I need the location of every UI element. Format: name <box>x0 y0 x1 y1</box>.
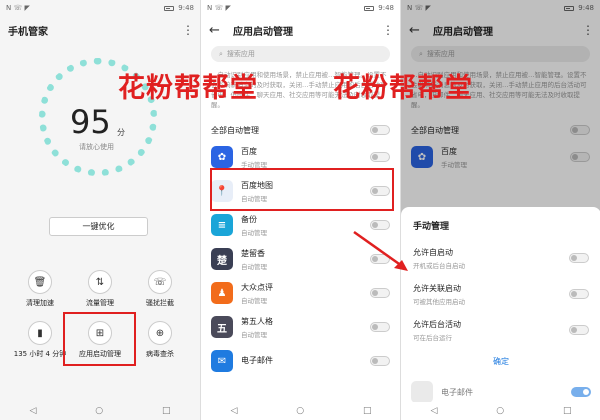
app-name: 备份 <box>241 214 257 224</box>
red-arrow-icon <box>353 230 408 271</box>
tool-label: 病毒查杀 <box>146 350 174 358</box>
manual-manage-screen: N ☏ ◤ 9:48 ← 应用启动管理 ⋮ ⌕ 搜索应用 …自动识别应用和使用场… <box>400 0 600 420</box>
score-unit: 分 <box>117 128 125 137</box>
data-transfer-icon: ⇅ <box>88 270 112 294</box>
all-auto-manage-label: 全部自动管理 <box>211 125 259 135</box>
app-toggle[interactable] <box>370 288 390 298</box>
option-label: 允许自启动 <box>413 247 453 257</box>
manual-manage-dialog: 手动管理 允许自启动 开机或后台自启动 允许关联启动 可被其他应用启动 允许后台… <box>401 207 600 420</box>
linked-launch-toggle[interactable] <box>569 289 589 299</box>
tool-clean[interactable]: 🗑 清理加速 <box>10 270 70 308</box>
more-options-icon[interactable]: ⋮ <box>382 23 394 37</box>
tool-label: 135 小时 4 分钟 <box>13 350 67 358</box>
option-desc: 开机或后台自启动 <box>413 261 465 270</box>
back-nav-icon[interactable]: ◁ <box>230 406 237 416</box>
all-auto-manage-toggle[interactable] <box>370 125 390 135</box>
app-name: 电子邮件 <box>441 387 473 397</box>
status-bar: N ☏ ◤ 9:48 <box>0 0 200 16</box>
auto-launch-toggle[interactable] <box>569 253 589 263</box>
email-icon <box>411 381 433 403</box>
more-options-icon[interactable]: ⋮ <box>182 23 194 37</box>
tool-harassment[interactable]: ☏ 骚扰拦截 <box>130 270 190 308</box>
recent-nav-icon[interactable]: □ <box>563 406 572 416</box>
system-nav-bar: ◁ ○ □ <box>401 402 600 420</box>
score-status: 请放心使用 <box>79 143 114 151</box>
app-name: 大众点评 <box>241 282 273 292</box>
phone-manager-screen: N ☏ ◤ 9:48 手机管家 ⋮ 95 分 请放心使用 一键优化 🗑 清理加速… <box>0 0 200 420</box>
app-name: 第五人格 <box>241 316 273 326</box>
app-icon: ✿ <box>211 146 233 168</box>
tool-battery[interactable]: ▮ 135 小时 4 分钟 <box>10 321 70 359</box>
signal-indicators: N ☏ ◤ <box>207 4 231 12</box>
system-nav-bar: ◁ ○ □ <box>201 402 400 420</box>
app-launch-screen: N ☏ ◤ 9:48 ← 应用启动管理 ⋮ ⌕ 搜索应用 …自动识别应用和使用场… <box>200 0 400 420</box>
home-nav-icon[interactable]: ○ <box>496 406 504 416</box>
app-row[interactable]: ♟ 大众点评自动管理 <box>201 276 400 310</box>
app-toggle[interactable] <box>370 322 390 332</box>
app-icon: ♟ <box>211 282 233 304</box>
app-header: 手机管家 ⋮ <box>0 16 200 44</box>
home-nav-icon[interactable]: ○ <box>95 406 103 416</box>
page-title: 应用启动管理 <box>233 26 293 38</box>
app-icon: ≡ <box>211 214 233 236</box>
back-nav-icon[interactable]: ◁ <box>29 406 36 416</box>
app-row[interactable]: ✉ 电子邮件 <box>201 344 400 378</box>
app-icon: ✉ <box>211 350 233 372</box>
dialog-title: 手动管理 <box>413 222 450 232</box>
app-manage-mode: 自动管理 <box>241 296 267 305</box>
watermark-text: 花粉帮帮堂 <box>333 73 473 104</box>
app-toggle[interactable] <box>370 152 390 162</box>
recent-nav-icon[interactable]: □ <box>162 406 171 416</box>
background-toggle[interactable] <box>569 325 589 335</box>
system-nav-bar: ◁ ○ □ <box>0 402 200 420</box>
battery-icon: ▮ <box>28 321 52 345</box>
app-name: 百度 <box>241 146 257 156</box>
phone-block-icon: ☏ <box>148 270 172 294</box>
trash-icon: 🗑 <box>28 270 52 294</box>
tool-label: 清理加速 <box>26 299 54 307</box>
confirm-button[interactable]: 确定 <box>401 356 600 367</box>
option-desc: 可被其他应用启动 <box>413 297 465 306</box>
tool-virus[interactable]: ⊕ 病毒查杀 <box>130 321 190 359</box>
clock: 9:48 <box>378 4 394 12</box>
all-auto-manage-row[interactable]: 全部自动管理 <box>201 120 400 140</box>
app-toggle[interactable] <box>571 387 591 397</box>
option-label: 允许后台活动 <box>413 319 461 329</box>
app-icon: 五 <box>211 316 233 338</box>
page-title: 手机管家 <box>8 26 48 38</box>
option-desc: 可在后台运行 <box>413 333 452 342</box>
back-nav-icon[interactable]: ◁ <box>430 406 437 416</box>
option-background[interactable]: 允许后台活动 可在后台运行 <box>401 312 600 348</box>
search-placeholder: 搜索应用 <box>226 50 255 58</box>
highlight-box <box>63 312 136 366</box>
option-label: 允许关联启动 <box>413 283 461 293</box>
security-score: 95 <box>70 103 111 141</box>
tool-data[interactable]: ⇅ 流量管理 <box>70 270 130 308</box>
search-input[interactable]: ⌕ 搜索应用 <box>211 46 390 62</box>
watermark-text: 花粉帮帮堂 <box>118 73 258 104</box>
home-nav-icon[interactable]: ○ <box>296 406 304 416</box>
option-linked-launch[interactable]: 允许关联启动 可被其他应用启动 <box>401 276 600 312</box>
highlight-box <box>210 168 394 211</box>
one-click-optimize-button[interactable]: 一键优化 <box>49 217 148 236</box>
search-icon: ⌕ <box>219 49 223 58</box>
tool-label: 骚扰拦截 <box>146 299 174 307</box>
app-manage-mode: 自动管理 <box>241 330 267 339</box>
app-name: 电子邮件 <box>241 355 273 365</box>
app-row[interactable]: 五第五人格自动管理 <box>201 310 400 344</box>
app-icon: 楚 <box>211 248 233 270</box>
recent-nav-icon[interactable]: □ <box>363 406 372 416</box>
app-toggle[interactable] <box>370 356 390 366</box>
option-auto-launch[interactable]: 允许自启动 开机或后台自启动 <box>401 240 600 276</box>
back-arrow-icon[interactable]: ← <box>209 23 225 38</box>
virus-scan-icon: ⊕ <box>148 321 172 345</box>
battery-icon <box>364 5 375 11</box>
signal-indicators: N ☏ ◤ <box>6 4 30 12</box>
status-bar: N ☏ ◤ 9:48 <box>201 0 400 16</box>
app-header: ← 应用启动管理 ⋮ <box>201 16 400 44</box>
tool-label: 流量管理 <box>86 299 114 307</box>
app-manage-mode: 手动管理 <box>241 160 267 169</box>
clock: 9:48 <box>178 4 194 12</box>
battery-icon <box>164 5 175 11</box>
